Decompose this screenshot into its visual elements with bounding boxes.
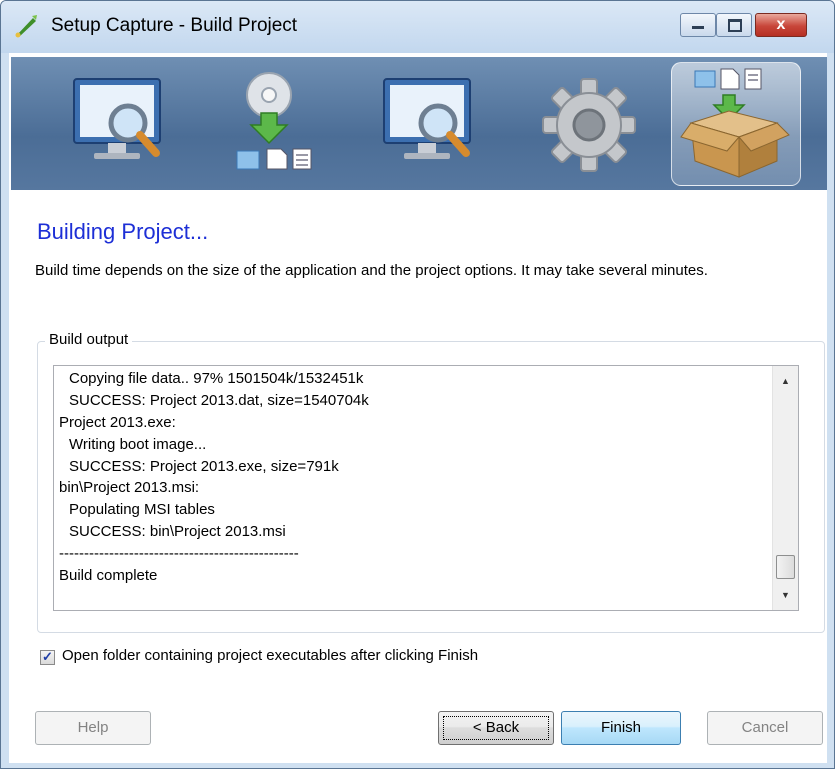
gear-icon	[542, 78, 636, 172]
open-folder-checkbox[interactable]: ✓	[40, 649, 55, 665]
window-title: Setup Capture - Build Project	[51, 15, 298, 36]
build-output-label: Build output	[45, 331, 133, 348]
cancel-button[interactable]: Cancel	[707, 711, 823, 745]
step-capture-before	[66, 65, 184, 183]
minimize-icon	[692, 26, 704, 29]
monitor-magnifier-icon	[383, 78, 471, 159]
output-line: Build complete	[59, 567, 158, 585]
minimize-button[interactable]	[680, 13, 716, 37]
help-button[interactable]: Help	[35, 711, 151, 745]
output-line: Writing boot image...	[69, 435, 207, 453]
focus-rectangle	[443, 716, 549, 740]
app-icon	[15, 15, 37, 38]
step-build-active	[671, 62, 801, 186]
maximize-icon	[728, 19, 742, 32]
wizard-steps-banner	[11, 57, 827, 190]
wizard-client-area: Building Project... Build time depends o…	[9, 53, 827, 763]
build-output-textbox[interactable]: Copying file data.. 97% 1501504k/1532451…	[53, 365, 799, 611]
step-install	[221, 65, 339, 183]
scrollbar-thumb[interactable]	[776, 555, 795, 579]
output-line: ----------------------------------------…	[59, 545, 299, 563]
scroll-up-icon[interactable]: ▲	[773, 374, 798, 388]
monitor-magnifier-icon	[73, 78, 161, 159]
output-line: Project 2013.exe:	[59, 413, 176, 431]
setup-capture-window: Setup Capture - Build Project x Building…	[0, 0, 835, 769]
close-button[interactable]: x	[755, 13, 807, 37]
finish-button[interactable]: Finish	[561, 711, 681, 745]
package-box-icon	[680, 68, 790, 178]
output-line: bin\Project 2013.msi:	[59, 479, 200, 497]
output-line: Populating MSI tables	[69, 501, 215, 519]
maximize-button[interactable]	[716, 13, 752, 37]
back-button[interactable]: < Back	[438, 711, 554, 745]
page-heading: Building Project...	[37, 219, 209, 244]
close-icon: x	[776, 16, 786, 33]
step-configure	[529, 65, 647, 183]
cd-install-icon	[236, 72, 312, 170]
title-bar[interactable]: Setup Capture - Build Project x	[1, 1, 834, 53]
vertical-scrollbar[interactable]: ▲ ▼	[772, 366, 798, 610]
output-line: SUCCESS: Project 2013.dat, size=1540704k	[69, 391, 369, 409]
output-line: Copying file data.. 97% 1501504k/1532451…	[69, 370, 364, 387]
output-line: SUCCESS: Project 2013.exe, size=791k	[69, 457, 339, 475]
open-folder-label[interactable]: Open folder containing project executabl…	[62, 647, 478, 664]
step-capture-after	[376, 65, 494, 183]
scroll-down-icon[interactable]: ▼	[773, 588, 798, 602]
build-output-lines: Copying file data.. 97% 1501504k/1532451…	[54, 366, 769, 587]
checkmark-icon: ✓	[42, 649, 53, 664]
page-description: Build time depends on the size of the ap…	[35, 262, 708, 279]
output-line: SUCCESS: bin\Project 2013.msi	[69, 523, 286, 541]
